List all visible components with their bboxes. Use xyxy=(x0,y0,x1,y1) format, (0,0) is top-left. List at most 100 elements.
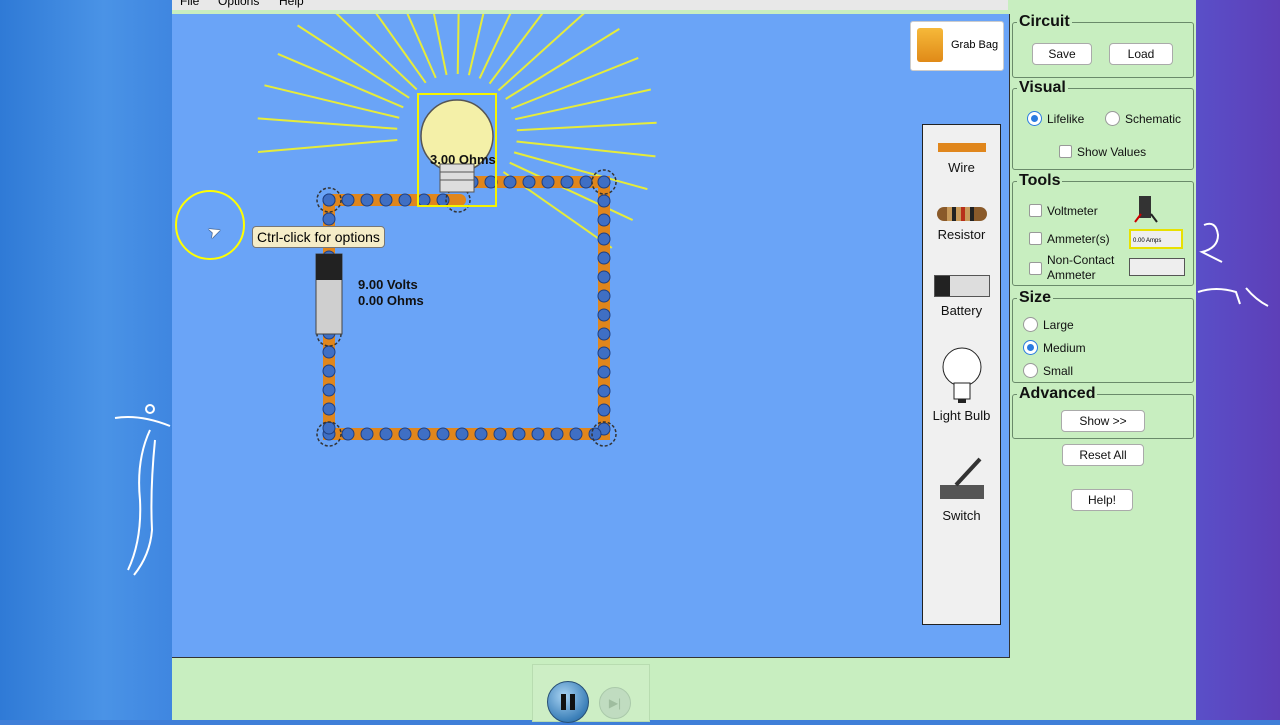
toolbox-switch[interactable]: Switch xyxy=(923,455,1000,523)
advanced-show-button[interactable]: Show >> xyxy=(1061,410,1145,432)
menu-bar: File Options Help xyxy=(172,0,1008,10)
battery[interactable] xyxy=(315,253,343,335)
handwritten-annotation-left xyxy=(114,404,171,576)
electron xyxy=(569,427,583,441)
bulb-resistance-label: 3.00 Ohms xyxy=(430,152,496,167)
light-bulb[interactable] xyxy=(417,93,497,207)
ammeters-checkbox[interactable] xyxy=(1029,232,1042,245)
menu-help[interactable]: Help xyxy=(279,0,304,8)
electron xyxy=(541,175,555,189)
electron xyxy=(597,213,611,227)
menu-file[interactable]: File xyxy=(180,0,199,8)
pause-icon xyxy=(561,694,566,710)
electron xyxy=(341,193,355,207)
voltmeter-label: Voltmeter xyxy=(1047,204,1098,218)
electron xyxy=(417,427,431,441)
switch-label: Switch xyxy=(942,508,981,523)
light-bulb-label: Light Bulb xyxy=(932,408,991,423)
resistor-icon xyxy=(936,207,987,221)
step-button[interactable]: ▶| xyxy=(599,687,631,719)
circuit-title: Circuit xyxy=(1017,13,1072,31)
electron xyxy=(597,403,611,417)
electron xyxy=(341,427,355,441)
noncontact-label-line1: Non-Contact xyxy=(1047,253,1115,267)
electron xyxy=(379,427,393,441)
visual-panel: Visual Lifelike Schematic Show Values xyxy=(1012,79,1194,170)
electron xyxy=(597,175,611,189)
wire-loop[interactable] xyxy=(323,176,610,440)
ammeter-icon: 0.00 Amps xyxy=(1129,229,1183,249)
size-large-radio[interactable] xyxy=(1023,317,1038,332)
desktop-left xyxy=(0,0,173,720)
electron xyxy=(322,402,336,416)
desktop-right xyxy=(1196,0,1280,720)
electron xyxy=(597,308,611,322)
electron xyxy=(597,251,611,265)
advanced-title: Advanced xyxy=(1017,385,1098,403)
electron xyxy=(398,193,412,207)
light-ray xyxy=(432,14,448,76)
light-ray xyxy=(257,138,398,153)
light-ray xyxy=(375,14,427,84)
visual-title: Visual xyxy=(1017,79,1068,97)
noncontact-ammeter-checkbox[interactable] xyxy=(1029,262,1042,275)
lifelike-label: Lifelike xyxy=(1047,112,1085,126)
save-button[interactable]: Save xyxy=(1032,43,1092,65)
size-small-radio[interactable] xyxy=(1023,363,1038,378)
size-title: Size xyxy=(1017,289,1054,307)
electron xyxy=(493,427,507,441)
electron xyxy=(579,175,593,189)
electron xyxy=(322,345,336,359)
electron xyxy=(512,427,526,441)
toolbox-resistor[interactable]: Resistor xyxy=(923,205,1000,242)
show-values-label: Show Values xyxy=(1077,145,1147,159)
electron xyxy=(597,365,611,379)
electron xyxy=(550,427,564,441)
electron xyxy=(597,194,611,208)
electron xyxy=(360,193,374,207)
bottom-controls: ▶| xyxy=(172,658,1010,723)
playback-controls: ▶| xyxy=(532,664,650,723)
light-ray xyxy=(257,117,398,130)
electron xyxy=(417,193,431,207)
electron xyxy=(455,427,469,441)
schematic-radio[interactable] xyxy=(1105,111,1120,126)
size-medium-radio[interactable] xyxy=(1023,340,1038,355)
circuit-canvas[interactable]: 3.00 Ohms 9.00 Volts 0.00 Ohms ➤ Ctrl-cl… xyxy=(172,14,1010,658)
circuit-drawing xyxy=(257,14,657,447)
noncontact-ammeter-icon xyxy=(1129,258,1185,276)
electron xyxy=(322,364,336,378)
electron xyxy=(379,193,393,207)
show-values-checkbox[interactable] xyxy=(1059,145,1072,158)
toolbox-wire[interactable]: Wire xyxy=(923,137,1000,175)
light-ray xyxy=(516,140,656,158)
toolbox-battery[interactable]: Battery xyxy=(923,275,1000,318)
voltmeter-checkbox[interactable] xyxy=(1029,204,1042,217)
electron xyxy=(522,175,536,189)
electron xyxy=(436,427,450,441)
toolbox-light-bulb[interactable]: Light Bulb xyxy=(923,347,1000,423)
battery-resistance-label: 0.00 Ohms xyxy=(358,293,424,308)
load-button[interactable]: Load xyxy=(1109,43,1173,65)
menu-options[interactable]: Options xyxy=(218,0,259,8)
help-button[interactable]: Help! xyxy=(1071,489,1133,511)
electron xyxy=(597,346,611,360)
electron xyxy=(597,232,611,246)
lifelike-radio[interactable] xyxy=(1027,111,1042,126)
light-ray xyxy=(478,14,512,79)
pause-button[interactable] xyxy=(547,681,589,723)
light-ray xyxy=(516,121,657,132)
app-window: File Options Help 3.00 Ohms 9.00 Volts 0… xyxy=(172,0,1196,723)
size-panel: Size Large Medium Small xyxy=(1012,289,1194,383)
handwritten-annotation-right xyxy=(1197,222,1269,307)
grab-bag-button[interactable]: Grab Bag xyxy=(910,21,1004,71)
light-bulb-icon xyxy=(942,347,981,403)
light-ray xyxy=(264,84,400,119)
reset-all-button[interactable]: Reset All xyxy=(1062,444,1144,466)
resistor-label: Resistor xyxy=(937,227,986,242)
tools-title: Tools xyxy=(1017,172,1063,190)
wire-icon xyxy=(937,143,986,152)
advanced-panel: Advanced Show >> xyxy=(1012,385,1194,439)
switch-icon xyxy=(939,457,984,499)
light-ray xyxy=(467,14,485,76)
